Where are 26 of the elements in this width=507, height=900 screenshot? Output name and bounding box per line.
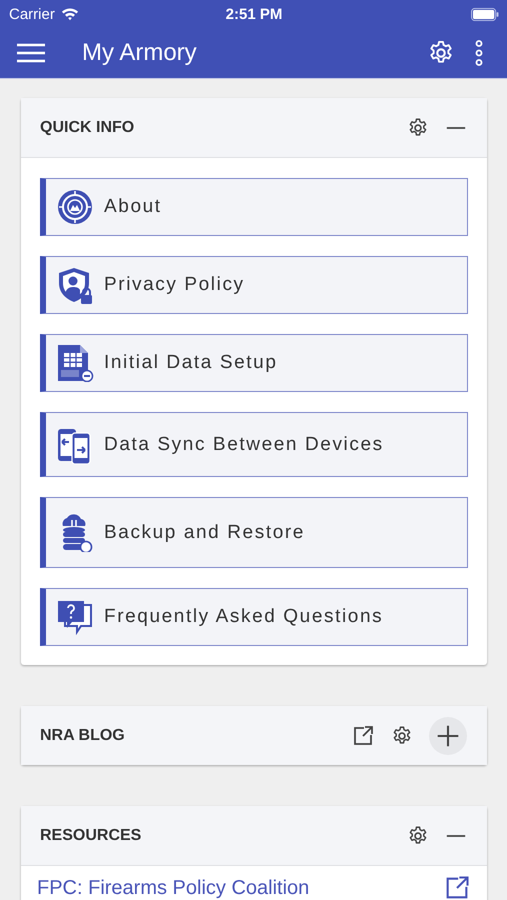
menu-item[interactable]: Initial Data Setup	[40, 334, 468, 392]
external-link-icon[interactable]	[351, 724, 375, 748]
target-icon	[56, 188, 94, 226]
status-time: 2:51 PM	[226, 6, 282, 22]
panel-title: NRA BLOG	[40, 726, 125, 744]
resource-link[interactable]: FPC: Firearms Policy Coalition	[37, 876, 310, 900]
settings-icon[interactable]	[407, 116, 429, 138]
expand-icon[interactable]	[429, 716, 467, 754]
settings-icon[interactable]	[407, 824, 429, 846]
menu-item[interactable]: Data Sync Between Devices	[40, 412, 468, 477]
more-options-icon[interactable]	[475, 40, 483, 66]
spreadsheet-file-icon	[56, 344, 94, 382]
settings-icon[interactable]	[391, 724, 413, 746]
wifi-icon	[60, 7, 79, 21]
menu-item[interactable]: About	[40, 178, 468, 236]
panel-title: RESOURCES	[40, 826, 142, 844]
menu-item[interactable]: Frequently Asked Questions	[40, 588, 468, 646]
panel-title: QUICK INFO	[40, 118, 134, 136]
battery-icon	[470, 8, 499, 20]
app-title: My Armory	[82, 39, 198, 67]
menu-item[interactable]: Privacy Policy	[40, 256, 468, 314]
carrier-label: Carrier	[9, 6, 55, 22]
menu-item[interactable]: Backup and Restore	[40, 497, 468, 568]
shield-lock-icon	[56, 266, 94, 304]
question-chat-icon	[56, 598, 94, 636]
menu-icon[interactable]	[16, 43, 46, 63]
